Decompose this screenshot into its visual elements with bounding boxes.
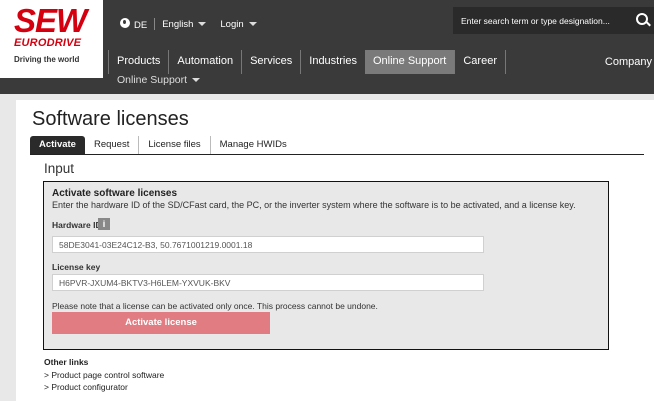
nav-item-services[interactable]: Services [241, 50, 300, 74]
hardware-id-label: Hardware ID [52, 220, 102, 230]
tab-underline [30, 154, 644, 155]
search-input[interactable] [453, 7, 641, 34]
site-header: SEW EURODRIVE Driving the world DE Engli… [0, 0, 654, 94]
hardware-id-field[interactable]: 58DE3041-03E24C12-B3, 50.7671001219.0001… [52, 236, 484, 253]
nav-spacer [504, 50, 597, 74]
logo-sub: EURODRIVE [14, 37, 82, 49]
tab-request[interactable]: Request [85, 136, 138, 154]
globe-icon [120, 17, 130, 28]
nav-item-industries[interactable]: Industries [300, 50, 365, 74]
link-product-page[interactable]: > Product page control software [44, 370, 164, 380]
search-icon[interactable] [636, 13, 648, 25]
logo[interactable]: SEW EURODRIVE Driving the world [0, 0, 103, 78]
country-selector[interactable]: DE [120, 17, 148, 31]
logo-main: SEW [14, 2, 87, 39]
panel-heading: Activate software licenses [52, 188, 178, 199]
language-selector[interactable]: English [162, 18, 207, 30]
nav-item-automation[interactable]: Automation [168, 50, 241, 74]
main-nav: Products Automation Services Industries … [108, 50, 654, 74]
other-links-heading: Other links [44, 357, 89, 367]
tab-license-files[interactable]: License files [138, 136, 209, 154]
subnav-label: Online Support [117, 74, 188, 86]
language-label: English [162, 18, 194, 30]
chevron-down-icon [198, 21, 207, 26]
other-links: Other links > Product page control softw… [44, 357, 164, 394]
activation-panel: Activate software licenses Enter the har… [43, 181, 609, 350]
nav-item-products[interactable]: Products [108, 50, 168, 74]
chevron-down-icon [192, 78, 201, 83]
nav-item-company[interactable]: Company [597, 56, 654, 68]
subnav-online-support[interactable]: Online Support [117, 74, 201, 86]
tab-activate[interactable]: Activate [30, 136, 85, 154]
country-label: DE [134, 19, 148, 31]
search-box [453, 7, 654, 34]
activate-license-button[interactable]: Activate license [52, 312, 270, 334]
login-menu[interactable]: Login [220, 18, 257, 30]
license-key-field[interactable]: H6PVR-JXUM4-BKTV3-H6LEM-YXVUK-BKV [52, 274, 484, 291]
top-bar: DE English Login [120, 16, 257, 32]
activation-note: Please note that a license can be activa… [52, 301, 378, 311]
tab-manage-hwids[interactable]: Manage HWIDs [209, 136, 296, 154]
license-key-label: License key [52, 262, 101, 272]
section-title: Input [44, 161, 75, 176]
info-icon[interactable]: i [98, 218, 110, 230]
panel-description: Enter the hardware ID of the SD/CFast ca… [52, 200, 576, 210]
main-content: Software licenses Activate Request Licen… [16, 100, 654, 401]
nav-item-career[interactable]: Career [454, 50, 505, 74]
page-title: Software licenses [32, 108, 189, 130]
nav-item-online-support[interactable]: Online Support [364, 50, 455, 74]
divider [154, 18, 156, 30]
chevron-down-icon [248, 21, 257, 26]
tab-bar: Activate Request License files Manage HW… [30, 136, 296, 154]
login-label: Login [220, 18, 244, 30]
link-product-configurator[interactable]: > Product configurator [44, 382, 164, 392]
logo-tagline: Driving the world [14, 55, 80, 64]
